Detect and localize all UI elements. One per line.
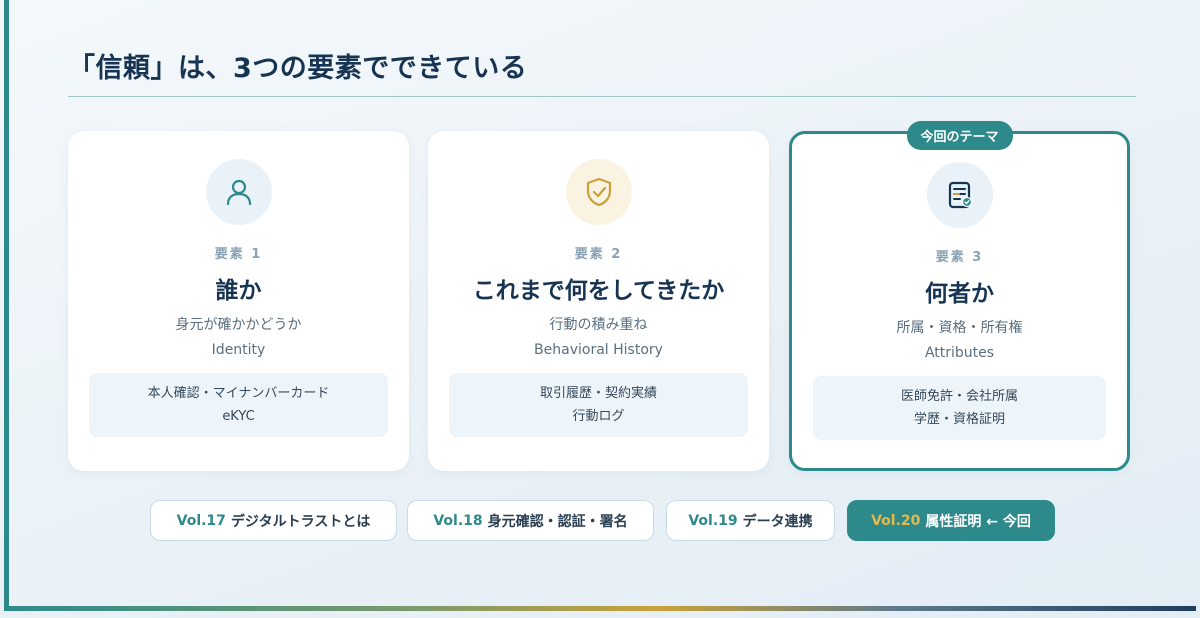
element-description: 行動の積み重ね Behavioral History [428,313,769,363]
element-number: 要素 1 [214,247,263,262]
element-number: 要素 2 [574,247,623,262]
element-title: 何者か [925,281,994,307]
volume-number: Vol.19 [688,512,738,529]
element-description: 所属・資格・所有権 Attributes [792,316,1127,366]
example-line: 医師免許・会社所属 [900,389,1018,404]
certificate-icon [926,162,993,228]
person-icon [205,159,272,225]
description-en: Identity [211,342,266,358]
slide: 「信頼」は、3つの要素でできている 要素 1 誰か 身元が確かかどうか Iden… [0,0,1200,618]
element-title: 誰か [215,278,262,304]
example-box: 医師免許・会社所属 学歴・資格証明 [813,376,1106,440]
example-line: 本人確認・マイナンバーカード [147,386,330,401]
shield-check-icon [565,159,632,225]
volume-number: Vol.17 [176,512,226,529]
title-divider [68,96,1136,97]
example-line: 取引履歴・契約実績 [539,386,657,401]
series-link-vol18[interactable]: Vol.18 身元確認・認証・署名 [407,500,654,541]
description-en: Attributes [924,345,995,361]
element-card-3: 今回のテーマ 要素 3 何者か 所属・資格・所有権 Attributes 医師免… [789,121,1130,471]
volume-title: データ連携 [742,513,813,530]
example-box: 本人確認・マイナンバーカード eKYC [89,373,388,437]
element-description: 身元が確かかどうか Identity [68,313,409,363]
description-ja: 所属・資格・所有権 [896,320,1023,336]
series-link-vol19[interactable]: Vol.19 データ連携 [666,500,835,541]
example-line: 行動ログ [572,409,625,424]
example-line: 学歴・資格証明 [913,412,1005,427]
volume-title: デジタルトラストとは [230,513,371,530]
bottom-gradient-rule [4,606,1196,611]
series-link-vol17[interactable]: Vol.17 デジタルトラストとは [150,500,397,541]
page-title: 「信頼」は、3つの要素でできている [68,53,528,84]
volume-number: Vol.18 [433,512,483,529]
volume-number: Vol.20 [871,512,921,529]
element-card-2: 要素 2 これまで何をしてきたか 行動の積み重ね Behavioral Hist… [428,131,769,471]
example-line: eKYC [222,409,255,424]
element-card-1: 要素 1 誰か 身元が確かかどうか Identity 本人確認・マイナンバーカー… [68,131,409,471]
example-box: 取引履歴・契約実績 行動ログ [449,373,748,437]
element-number: 要素 3 [935,250,984,265]
element-title: これまで何をしてきたか [472,278,725,304]
description-ja: 行動の積み重ね [549,317,648,333]
current-theme-badge: 今回のテーマ [906,121,1013,150]
series-link-vol20-current[interactable]: Vol.20 属性証明 ← 今回 [847,500,1055,541]
description-en: Behavioral History [534,342,663,358]
volume-title: 身元確認・認証・署名 [487,513,628,530]
description-ja: 身元が確かかどうか [175,317,302,333]
volume-title: 属性証明 ← 今回 [925,513,1031,530]
left-accent-rule [4,0,9,610]
